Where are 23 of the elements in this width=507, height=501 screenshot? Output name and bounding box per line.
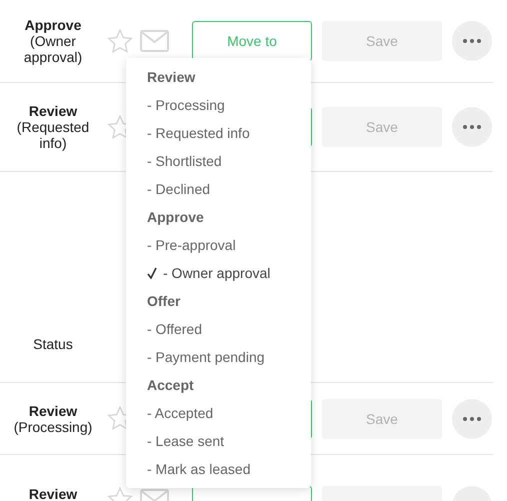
stage-label: Review [28,103,78,119]
menu-item[interactable]: - Processing [126,91,311,119]
menu-group-header: Review [147,69,196,85]
stage-label: Review [28,402,78,418]
status-label: Status [33,336,73,352]
substage-label: (Requested info) [16,119,90,151]
menu-item[interactable]: - Mark as leased [126,455,311,483]
substage-label: (Owner approval) [22,33,84,65]
menu-item[interactable]: - Pre-approval [126,231,311,259]
menu-item[interactable]: - Accepted [126,399,311,427]
stage-label: Approve [24,17,82,33]
menu-item[interactable]: - Declined [126,175,311,203]
menu-item[interactable]: - Lease sent [126,427,311,455]
menu-group-header: Accept [147,377,194,393]
menu-group-header: Approve [147,209,204,225]
menu-group-header: Offer [147,293,180,309]
stage-label: Review [28,486,78,501]
menu-item[interactable]: - Requested info [126,119,311,147]
menu-item[interactable]: - Payment pending [126,343,311,371]
menu-item[interactable]: - Owner approval [126,259,311,287]
substage-label: (Processing) [14,418,92,434]
menu-item[interactable]: - Shortlisted [126,147,311,175]
menu-item[interactable]: - Offered [126,315,311,343]
